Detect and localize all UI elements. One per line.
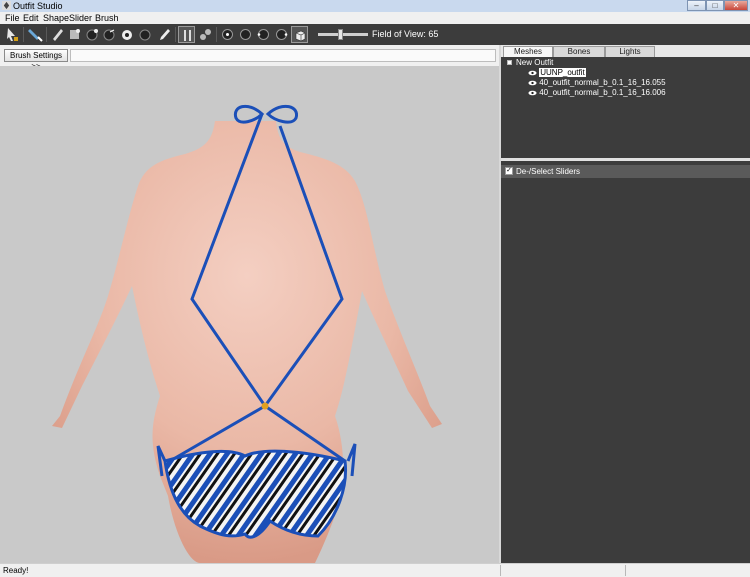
select-tool-button[interactable] (3, 26, 20, 43)
status-bar: Ready! (0, 563, 750, 577)
tree-item-mesh[interactable]: 40_outfit_normal_b_0.1_16_16.006 (528, 88, 666, 98)
toolbar-separator (46, 27, 47, 42)
eye-icon[interactable] (528, 80, 537, 86)
close-button[interactable]: ✕ (724, 0, 748, 11)
app-icon (2, 1, 11, 10)
toolbar-separator (216, 27, 217, 42)
view-right-button[interactable] (273, 26, 290, 43)
viewport-panel: Brush Settings >> (0, 45, 499, 563)
eye-icon[interactable] (528, 70, 537, 76)
status-separator (500, 565, 501, 576)
inflate-brush-button[interactable] (84, 26, 101, 43)
mask-brush-icon (28, 29, 43, 42)
menu-shape[interactable]: Shape (43, 12, 69, 24)
brush-settings-bar (70, 49, 496, 62)
sphere-back-icon (240, 29, 251, 40)
menu-brush[interactable]: Brush (95, 12, 119, 24)
tab-lights[interactable]: Lights (605, 46, 655, 57)
deflate-icon (70, 29, 80, 39)
close-icon: ✕ (732, 1, 740, 10)
perspective-toggle-button[interactable] (291, 26, 308, 43)
select-sliders-checkbox[interactable]: ✓ (505, 167, 513, 175)
view-left-button[interactable] (255, 26, 272, 43)
maximize-icon: □ (712, 1, 718, 10)
tree-root-new-outfit[interactable]: New Outfit (516, 58, 553, 68)
menu-slider[interactable]: Slider (69, 12, 92, 24)
brush-icon (53, 29, 63, 41)
status-text: Ready! (3, 566, 29, 575)
sphere-left-icon (257, 29, 269, 40)
model-render (52, 104, 442, 563)
pencil-icon (160, 29, 170, 40)
maximize-button[interactable]: □ (706, 0, 724, 11)
toolbar: Field of View: 65 (0, 24, 750, 45)
sphere-right-icon (276, 29, 288, 40)
minimize-icon: – (694, 1, 699, 10)
view-front-button[interactable] (219, 26, 236, 43)
tab-bones[interactable]: Bones (553, 46, 605, 57)
standard-brush-button[interactable] (49, 26, 66, 43)
strap-ring (261, 402, 269, 410)
minimize-button[interactable]: – (687, 0, 706, 11)
eye-icon[interactable] (528, 90, 537, 96)
tab-meshes[interactable]: Meshes (503, 46, 553, 57)
3d-viewport[interactable] (0, 66, 499, 563)
toolbar-separator (175, 27, 176, 42)
panel-tabs: Meshes Bones Lights (501, 45, 750, 57)
tree-item-label: 40_outfit_normal_b_0.1_16_16.055 (539, 78, 666, 87)
cube-icon (295, 30, 306, 42)
smooth-icon (122, 30, 132, 40)
menu-bar: File Edit Shape Slider Brush (0, 12, 750, 24)
mask-brush-button[interactable] (27, 26, 44, 43)
smooth-brush-button[interactable] (119, 26, 136, 43)
sliders-panel: ✓ De-/Select Sliders (501, 161, 750, 563)
collapse-icon[interactable] (507, 60, 512, 65)
menu-file[interactable]: File (5, 12, 20, 24)
status-separator (625, 565, 626, 576)
window-title: Outfit Studio (13, 1, 63, 11)
tree-item-mesh[interactable]: 40_outfit_normal_b_0.1_16_16.055 (528, 78, 666, 88)
select-sliders-label[interactable]: De-/Select Sliders (516, 165, 580, 178)
menu-edit[interactable]: Edit (23, 12, 39, 24)
toolbar-separator (23, 27, 24, 42)
weight-icon (139, 29, 151, 41)
outfit-panel: Meshes Bones Lights New Outfit UUNP_outf… (501, 45, 750, 158)
brush-settings-button[interactable]: Brush Settings >> (4, 49, 68, 71)
mesh-tree: New Outfit UUNP_outfit 40_outfit_normal_… (501, 57, 750, 158)
weight-brush-button[interactable] (137, 26, 154, 43)
inflate-icon (86, 29, 98, 41)
select-arrow-icon (7, 28, 18, 41)
fov-label: Field of View: 65 (372, 29, 439, 39)
connected-icon (200, 29, 211, 40)
connected-toggle-button[interactable] (197, 26, 214, 43)
tree-item-mesh[interactable]: UUNP_outfit (528, 68, 586, 78)
mirror-icon (184, 30, 191, 41)
tree-item-label: 40_outfit_normal_b_0.1_16_16.006 (539, 88, 666, 97)
mirror-toggle-button[interactable] (178, 26, 195, 43)
sliders-header: ✓ De-/Select Sliders (501, 165, 750, 178)
color-brush-button[interactable] (156, 26, 173, 43)
move-brush-button[interactable] (101, 26, 118, 43)
move-icon (103, 29, 115, 41)
sphere-front-icon (222, 29, 233, 40)
fov-slider-track[interactable] (318, 33, 368, 36)
fov-slider-thumb[interactable] (338, 29, 343, 40)
deflate-brush-button[interactable] (66, 26, 83, 43)
tree-item-label: UUNP_outfit (539, 68, 586, 77)
check-icon: ✓ (506, 167, 512, 174)
view-back-button[interactable] (237, 26, 254, 43)
